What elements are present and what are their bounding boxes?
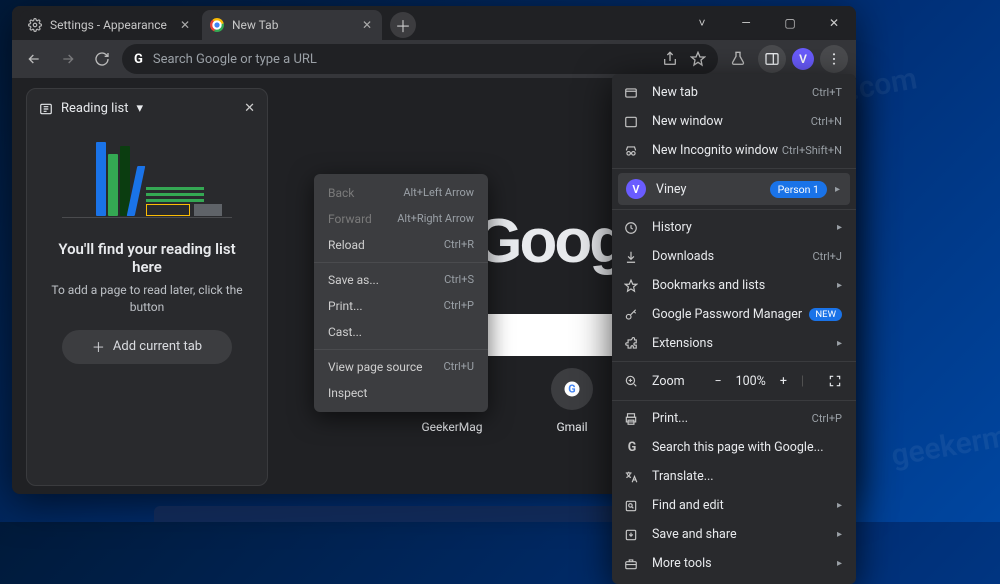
omnibox-placeholder: Search Google or type a URL <box>153 52 317 67</box>
close-icon[interactable]: ✕ <box>180 18 194 32</box>
back-button[interactable] <box>20 45 48 73</box>
save-icon <box>624 528 640 542</box>
caret-down-icon[interactable]: ˅ <box>680 6 724 40</box>
plus-icon: ＋ <box>92 337 105 356</box>
tab-strip: Settings - Appearance ✕ New Tab ✕ ＋ ˅ — … <box>12 6 856 40</box>
shortcut-label: GeekerMag <box>421 420 482 434</box>
new-tab-button[interactable]: ＋ <box>390 12 416 38</box>
add-button-label: Add current tab <box>113 339 202 354</box>
star-icon[interactable] <box>690 51 706 67</box>
download-icon <box>624 250 640 264</box>
key-icon <box>624 308 640 322</box>
print-icon <box>624 412 640 426</box>
menu-save-share[interactable]: Save and share▸ <box>612 520 856 549</box>
menu-more-tools[interactable]: More tools▸ <box>612 549 856 578</box>
shortcut-label: Gmail <box>556 420 587 434</box>
incognito-icon <box>624 144 640 158</box>
menu-downloads[interactable]: DownloadsCtrl+J <box>612 242 856 271</box>
star-icon <box>624 279 640 293</box>
ctx-saveas[interactable]: Save as...Ctrl+S <box>314 267 488 293</box>
ctx-view-source[interactable]: View page sourceCtrl+U <box>314 354 488 380</box>
reading-list-illustration <box>62 130 232 230</box>
globe-icon <box>210 18 224 32</box>
ctx-forward[interactable]: ForwardAlt+Right Arrow <box>314 206 488 232</box>
window-controls: ˅ — ▢ ✕ <box>680 6 856 40</box>
google-g-icon: G <box>624 440 640 455</box>
watermark: geekermag.com <box>889 401 1000 473</box>
menu-profile[interactable]: V Viney Person 1 ▸ <box>618 173 850 205</box>
kebab-menu-icon[interactable] <box>820 45 848 73</box>
ctx-back[interactable]: BackAlt+Left Arrow <box>314 180 488 206</box>
fullscreen-icon[interactable] <box>828 374 842 388</box>
profile-name: Viney <box>656 182 686 197</box>
menu-translate[interactable]: Translate... <box>612 462 856 491</box>
panel-title[interactable]: Reading list <box>61 101 128 116</box>
menu-incognito[interactable]: New Incognito windowCtrl+Shift+N <box>612 136 856 165</box>
google-g-icon: G <box>134 52 143 67</box>
reload-button[interactable] <box>88 45 116 73</box>
menu-new-tab[interactable]: New tabCtrl+T <box>612 78 856 107</box>
menu-search-page[interactable]: GSearch this page with Google... <box>612 433 856 462</box>
add-current-tab-button[interactable]: ＋ Add current tab <box>62 330 232 364</box>
chevron-down-icon[interactable]: ▾ <box>136 101 143 116</box>
menu-print[interactable]: Print...Ctrl+P <box>612 404 856 433</box>
menu-extensions[interactable]: Extensions▸ <box>612 329 856 358</box>
svg-text:G: G <box>568 382 575 395</box>
share-icon[interactable] <box>662 51 678 67</box>
zoom-value: 100% <box>736 374 766 389</box>
main-menu: New tabCtrl+T New windowCtrl+N New Incog… <box>612 74 856 584</box>
newtab-icon <box>624 86 640 100</box>
profile-badge: Person 1 <box>770 181 827 198</box>
forward-button[interactable] <box>54 45 82 73</box>
maximize-button[interactable]: ▢ <box>768 6 812 40</box>
tab-newtab[interactable]: New Tab ✕ <box>202 10 382 40</box>
close-icon[interactable]: ✕ <box>362 18 376 32</box>
address-bar[interactable]: G Search Google or type a URL <box>122 44 718 74</box>
zoom-label: Zoom <box>652 374 685 389</box>
ctx-cast[interactable]: Cast... <box>314 319 488 345</box>
tab-label: Settings - Appearance <box>50 18 167 32</box>
chevron-right-icon: ▸ <box>835 184 840 195</box>
newwindow-icon <box>624 115 640 129</box>
new-badge: NEW <box>809 308 842 321</box>
side-panel-icon[interactable] <box>758 45 786 73</box>
history-icon <box>624 221 640 235</box>
gear-icon <box>28 18 42 32</box>
toolbar: G Search Google or type a URL V <box>12 40 856 78</box>
panel-subtext: To add a page to read later, click the b… <box>49 282 245 316</box>
divider: | <box>801 374 804 389</box>
menu-zoom: Zoom − 100% + | <box>612 365 856 397</box>
ctx-reload[interactable]: ReloadCtrl+R <box>314 232 488 258</box>
shortcut-gmail[interactable]: G Gmail <box>522 368 622 434</box>
context-menu: BackAlt+Left Arrow ForwardAlt+Right Arro… <box>314 174 488 412</box>
ctx-print[interactable]: Print...Ctrl+P <box>314 293 488 319</box>
close-button[interactable]: ✕ <box>812 6 856 40</box>
tab-settings[interactable]: Settings - Appearance ✕ <box>20 10 200 40</box>
menu-password[interactable]: Google Password ManagerNEW <box>612 300 856 329</box>
zoom-in-button[interactable]: + <box>780 374 787 389</box>
ctx-inspect[interactable]: Inspect <box>314 380 488 406</box>
find-icon <box>624 499 640 513</box>
profile-avatar-small: V <box>626 179 646 199</box>
close-icon[interactable]: ✕ <box>244 101 255 116</box>
menu-find-edit[interactable]: Find and edit▸ <box>612 491 856 520</box>
labs-icon[interactable] <box>724 45 752 73</box>
menu-history[interactable]: History▸ <box>612 213 856 242</box>
menu-new-window[interactable]: New windowCtrl+N <box>612 107 856 136</box>
zoom-out-button[interactable]: − <box>714 374 721 389</box>
profile-avatar[interactable]: V <box>792 48 814 70</box>
reading-list-panel: Reading list ▾ ✕ You'll find your readin… <box>26 88 268 486</box>
shortcut-icon: G <box>551 368 593 410</box>
tab-label: New Tab <box>232 18 278 32</box>
puzzle-icon <box>624 337 640 351</box>
panel-heading: You'll find your reading list here <box>45 240 249 276</box>
translate-icon <box>624 470 640 484</box>
reading-list-icon <box>39 102 53 116</box>
zoom-icon <box>624 374 638 388</box>
menu-bookmarks[interactable]: Bookmarks and lists▸ <box>612 271 856 300</box>
toolbox-icon <box>624 557 640 571</box>
minimize-button[interactable]: — <box>724 6 768 40</box>
